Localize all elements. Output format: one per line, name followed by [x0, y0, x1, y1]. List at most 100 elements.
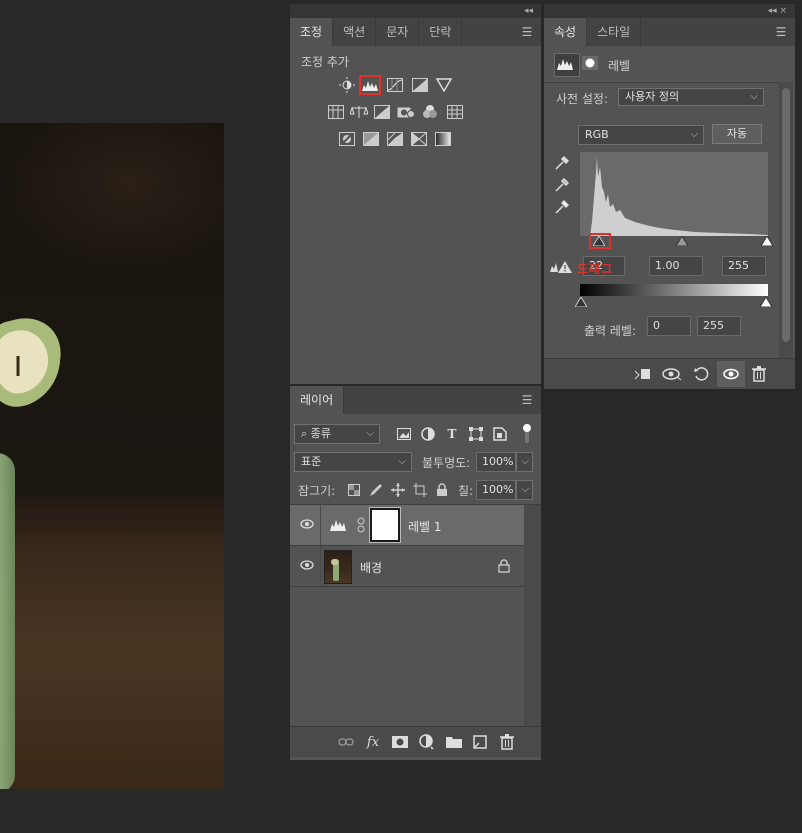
preset-dropdown[interactable]: 사용자 정의 ⌵ — [618, 88, 764, 106]
channel-dropdown[interactable]: RGB ⌵ — [578, 125, 704, 145]
panel-collapse-strip[interactable]: ◂◂ × — [544, 4, 795, 18]
properties-scrollbar[interactable] — [779, 82, 793, 362]
adjustments-panel: ◂◂ 조정 액션 문자 단락 ☰ 조정 추가 — [290, 4, 541, 384]
visibility-icon[interactable] — [717, 361, 745, 387]
document-canvas[interactable] — [0, 123, 224, 789]
layer-row-background[interactable]: 배경 — [290, 546, 524, 586]
filter-shape-icon[interactable] — [466, 425, 486, 443]
drag-annotation: 드래그 — [577, 262, 614, 276]
link-icon[interactable] — [356, 517, 366, 533]
brightness-contrast-icon[interactable] — [337, 76, 357, 94]
output-black-slider[interactable] — [575, 297, 587, 307]
layers-scrollbar[interactable] — [524, 505, 541, 727]
filter-type-icon[interactable]: T — [442, 425, 462, 443]
output-black-field[interactable]: 0 — [647, 316, 691, 336]
tab-paragraph[interactable]: 단락 — [419, 18, 463, 46]
tab-actions[interactable]: 액션 — [333, 18, 377, 46]
layers-tabbar: 레이어 ☰ — [290, 386, 541, 414]
curves-icon[interactable] — [385, 76, 405, 94]
trash-icon[interactable] — [497, 733, 517, 751]
chevron-down-icon: ⌵ — [521, 484, 529, 495]
color-lookup-icon[interactable] — [445, 103, 465, 121]
black-input-slider[interactable] — [593, 236, 605, 246]
tab-adjustments[interactable]: 조정 — [290, 18, 334, 46]
preset-label: 사전 설정: — [556, 92, 609, 106]
invert-icon[interactable] — [337, 130, 357, 148]
mask-icon[interactable] — [390, 733, 410, 751]
auto-button[interactable]: 자동 — [712, 124, 762, 144]
panel-menu-icon[interactable]: ☰ — [513, 18, 541, 46]
layer-mask-thumbnail[interactable] — [369, 507, 401, 543]
opacity-slider-toggle[interactable]: ⌵ — [516, 452, 533, 472]
black-point-eyedropper-icon[interactable] — [552, 154, 572, 172]
layer-filter-dropdown[interactable]: ⌕ 종류 ⌵ — [294, 424, 380, 444]
lock-all-icon[interactable] — [432, 481, 452, 499]
filter-pixel-icon[interactable] — [394, 425, 414, 443]
output-white-field[interactable]: 255 — [697, 316, 741, 336]
vibrance-icon[interactable] — [434, 76, 454, 94]
gradient-map-icon[interactable] — [433, 130, 453, 148]
view-previous-icon[interactable] — [662, 365, 682, 383]
fill-field[interactable]: 100% — [476, 480, 516, 500]
histogram — [580, 152, 768, 236]
gamma-input-slider[interactable] — [676, 236, 688, 246]
adjustment-icon[interactable] — [417, 733, 437, 751]
photo-filter-icon[interactable] — [396, 103, 416, 121]
levels-icon[interactable] — [359, 75, 381, 95]
fx-icon[interactable]: fx — [363, 733, 383, 751]
lock-transparent-pixels-icon[interactable] — [344, 481, 364, 499]
visibility-eye-icon[interactable] — [300, 558, 314, 572]
selective-color-icon[interactable] — [409, 130, 429, 148]
lock-artboard-icon[interactable] — [410, 481, 430, 499]
visibility-eye-icon[interactable] — [300, 517, 314, 531]
chevron-down-icon: ⌵ — [366, 428, 374, 439]
channel-value: RGB — [585, 128, 609, 141]
link-icon[interactable] — [336, 733, 356, 751]
scrollbar-thumb[interactable] — [782, 88, 790, 342]
output-gradient-bar — [580, 284, 768, 296]
tab-character[interactable]: 문자 — [376, 18, 420, 46]
channel-mixer-icon[interactable] — [420, 103, 440, 121]
output-white-slider[interactable] — [760, 297, 772, 307]
mask-icon[interactable] — [582, 56, 598, 70]
clipping-warning-icon[interactable] — [550, 260, 572, 274]
filter-smart-object-icon[interactable] — [490, 425, 510, 443]
input-gamma-field[interactable]: 1.00 — [649, 256, 703, 276]
tab-layers[interactable]: 레이어 — [290, 386, 345, 414]
panel-collapse-strip[interactable]: ◂◂ — [290, 4, 541, 18]
input-white-field[interactable]: 255 — [722, 256, 766, 276]
properties-tabbar: 속성 스타일 ☰ — [544, 18, 795, 46]
folder-icon[interactable] — [444, 733, 464, 751]
reset-icon[interactable] — [691, 365, 711, 383]
delete-icon[interactable] — [749, 365, 769, 383]
tab-properties[interactable]: 속성 — [544, 18, 588, 46]
panel-menu-icon[interactable]: ☰ — [767, 18, 795, 46]
new-layer-icon[interactable] — [470, 733, 490, 751]
blend-mode-dropdown[interactable]: 표준 ⌵ — [294, 452, 412, 472]
white-point-eyedropper-icon[interactable] — [552, 198, 572, 216]
layer-row-levels[interactable]: 레벨 1 — [290, 505, 524, 545]
adjustments-tabbar: 조정 액션 문자 단락 ☰ — [290, 18, 541, 46]
white-input-slider[interactable] — [761, 236, 773, 246]
levels-type-icon — [554, 53, 580, 77]
filter-adjustment-icon[interactable] — [418, 425, 438, 443]
layer-name[interactable]: 레벨 1 — [408, 518, 442, 535]
clip-to-layer-icon[interactable] — [632, 365, 652, 383]
opacity-field[interactable]: 100% — [476, 452, 516, 472]
layer-name[interactable]: 배경 — [360, 559, 382, 576]
black-white-icon[interactable] — [372, 103, 392, 121]
panel-menu-icon[interactable]: ☰ — [513, 386, 541, 414]
filter-toggle[interactable] — [522, 422, 532, 444]
gray-point-eyedropper-icon[interactable] — [552, 176, 572, 194]
posterize-icon[interactable] — [361, 130, 381, 148]
color-balance-icon[interactable] — [349, 103, 369, 121]
lock-icon — [498, 559, 510, 573]
threshold-icon[interactable] — [385, 130, 405, 148]
lock-position-icon[interactable] — [388, 481, 408, 499]
hue-saturation-icon[interactable] — [326, 103, 346, 121]
exposure-icon[interactable] — [410, 76, 430, 94]
tab-styles[interactable]: 스타일 — [587, 18, 642, 46]
fill-slider-toggle[interactable]: ⌵ — [516, 480, 533, 500]
adjustments-title: 조정 추가 — [301, 55, 349, 69]
lock-image-pixels-icon[interactable] — [366, 481, 386, 499]
